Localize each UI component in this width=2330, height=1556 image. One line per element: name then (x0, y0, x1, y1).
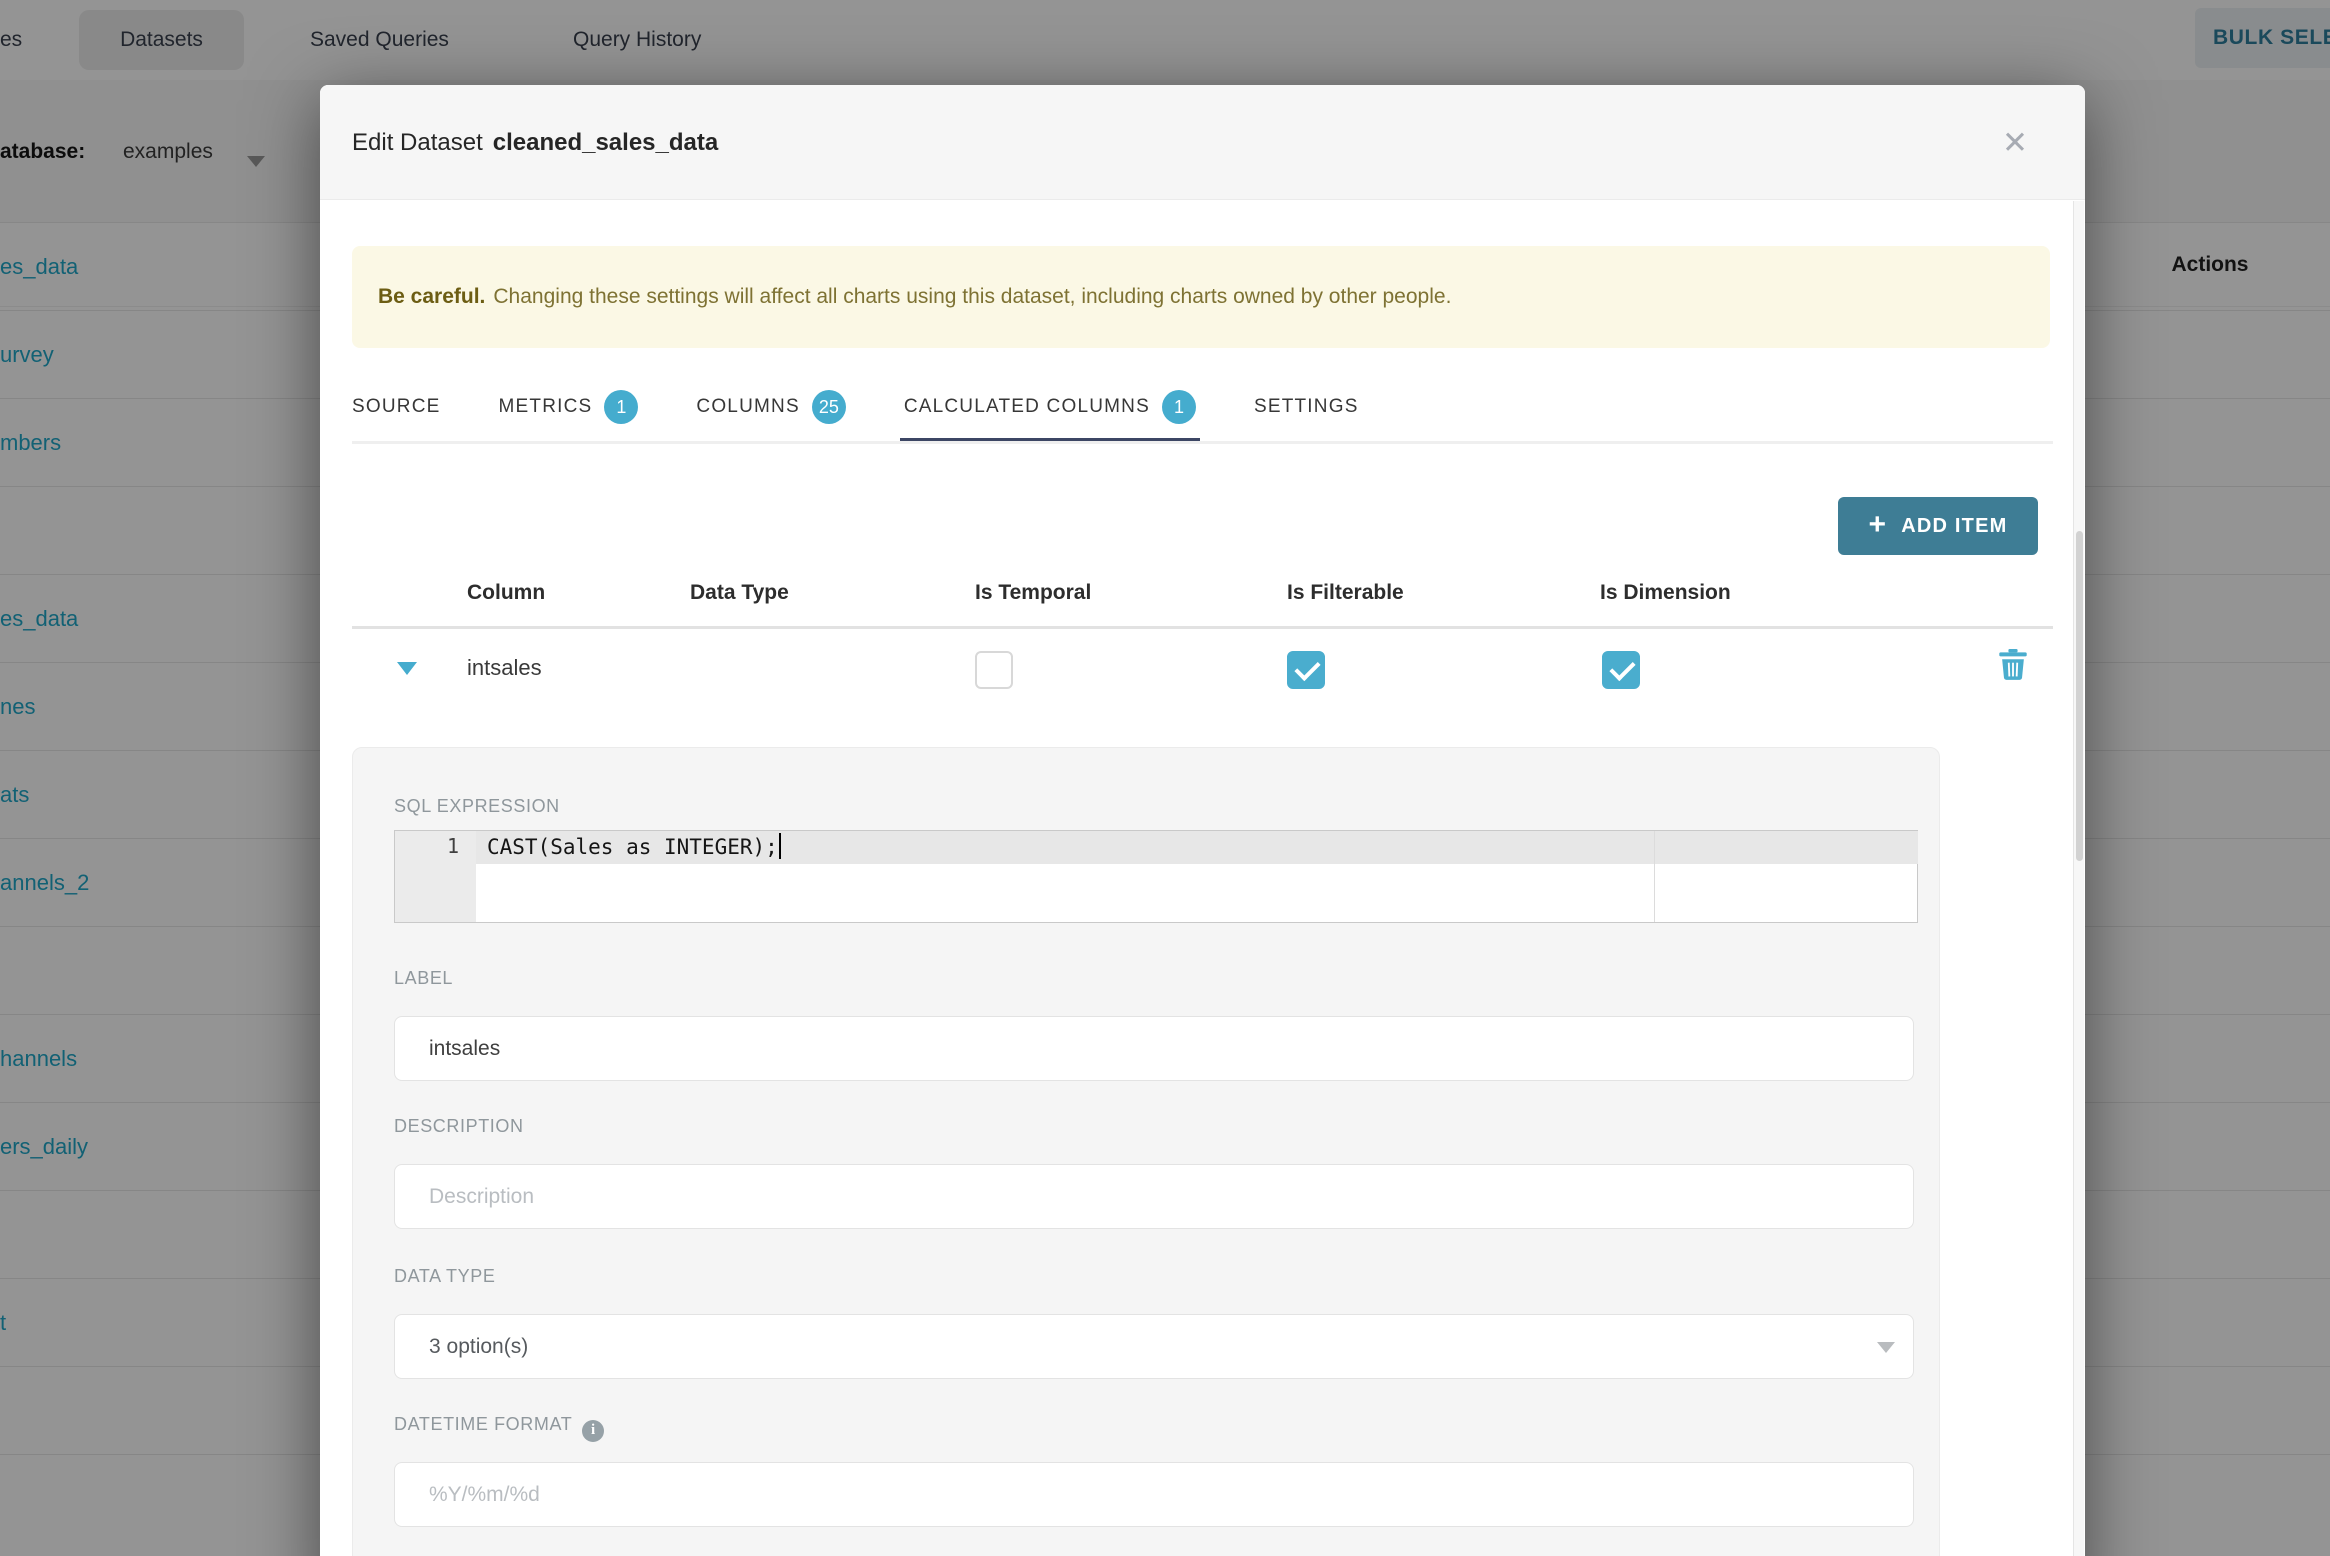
datetime-format-label-text: DATETIME FORMAT (394, 1414, 573, 1434)
add-item-label: ADD ITEM (1901, 514, 2008, 537)
modal-title-dataset-name: cleaned_sales_data (492, 128, 719, 156)
tab-settings-label: SETTINGS (1253, 396, 1359, 417)
label-field-label: LABEL (394, 968, 454, 988)
warning-banner-bold: Be careful. (378, 285, 486, 308)
is-dimension-checkbox[interactable] (1602, 651, 1640, 689)
warning-banner-text: Changing these settings will affect all … (493, 285, 1452, 308)
is-filterable-checkbox[interactable] (1287, 651, 1325, 689)
screen: es Datasets Saved Queries Query History … (0, 0, 2330, 1556)
data-type-field-label: DATA TYPE (394, 1266, 496, 1286)
data-type-selected-value: 3 option(s) (429, 1335, 529, 1358)
tab-source[interactable]: SOURCE (352, 370, 441, 444)
add-item-button[interactable]: + ADD ITEM (1838, 497, 2038, 555)
editor-gutter: 1 (395, 831, 476, 922)
row-expander-caret-icon[interactable] (397, 662, 417, 675)
modal-title-prefix: Edit Dataset (352, 128, 483, 156)
modal-tabs: SOURCE METRICS 1 COLUMNS 25 CALCULATED C… (352, 370, 2053, 444)
tab-columns[interactable]: COLUMNS 25 (696, 370, 846, 444)
sql-code-text: CAST(Sales as INTEGER); (487, 835, 778, 859)
description-field-label: DESCRIPTION (394, 1116, 524, 1136)
columns-count-badge: 25 (811, 390, 846, 424)
col-header-is-dimension: Is Dimension (1600, 581, 1731, 604)
col-header-column: Column (467, 581, 546, 604)
tabs-divider (352, 441, 2053, 444)
table-header-divider (352, 626, 2053, 629)
modal-header: Edit Dataset cleaned_sales_data ✕ (320, 85, 2085, 200)
modal-scrollbar[interactable] (2073, 201, 2084, 1556)
delete-trash-icon[interactable] (1999, 649, 2027, 681)
datetime-format-input[interactable] (394, 1462, 1914, 1527)
edit-dataset-modal: Edit Dataset cleaned_sales_data ✕ Be car… (320, 85, 2085, 1556)
label-input[interactable] (394, 1016, 1914, 1081)
tab-metrics-label: METRICS (498, 396, 593, 417)
tab-metrics[interactable]: METRICS 1 (499, 370, 639, 444)
select-caret-icon[interactable] (1877, 1342, 1895, 1353)
editor-print-margin (1654, 831, 1655, 922)
calculated-column-name: intsales (467, 655, 542, 680)
modal-title: Edit Dataset cleaned_sales_data (352, 85, 718, 200)
is-temporal-checkbox[interactable] (975, 651, 1013, 689)
close-icon[interactable]: ✕ (1992, 123, 2038, 163)
datetime-format-field-label: DATETIME FORMAT i (394, 1414, 605, 1442)
calculated-column-detail-card: SQL EXPRESSION 1 CAST(Sales as INTEGER);… (352, 747, 1940, 1556)
sql-expression-label: SQL EXPRESSION (394, 796, 560, 816)
tab-calculated-columns-label: CALCULATED COLUMNS (903, 396, 1150, 417)
description-input[interactable] (394, 1164, 1914, 1229)
sql-code-line: CAST(Sales as INTEGER); (487, 833, 781, 859)
info-icon[interactable]: i (582, 1419, 605, 1442)
sql-expression-editor[interactable]: 1 CAST(Sales as INTEGER); (394, 830, 1918, 923)
scrollbar-thumb[interactable] (2076, 531, 2083, 861)
calculated-columns-count-badge: 1 (1161, 390, 1196, 424)
col-header-is-filterable: Is Filterable (1287, 581, 1404, 604)
metrics-count-badge: 1 (604, 390, 639, 424)
plus-icon: + (1868, 507, 1888, 541)
tab-columns-label: COLUMNS (696, 396, 800, 417)
tab-source-label: SOURCE (352, 396, 441, 417)
editor-cursor (778, 833, 781, 859)
col-header-is-temporal: Is Temporal (975, 581, 1092, 604)
tab-calculated-columns[interactable]: CALCULATED COLUMNS 1 (899, 370, 1200, 444)
data-type-select[interactable]: 3 option(s) (394, 1314, 1914, 1379)
editor-line-number: 1 (446, 834, 459, 858)
tab-settings[interactable]: SETTINGS (1254, 370, 1359, 444)
col-header-data-type: Data Type (690, 581, 789, 604)
warning-banner: Be careful. Changing these settings will… (352, 246, 2050, 348)
